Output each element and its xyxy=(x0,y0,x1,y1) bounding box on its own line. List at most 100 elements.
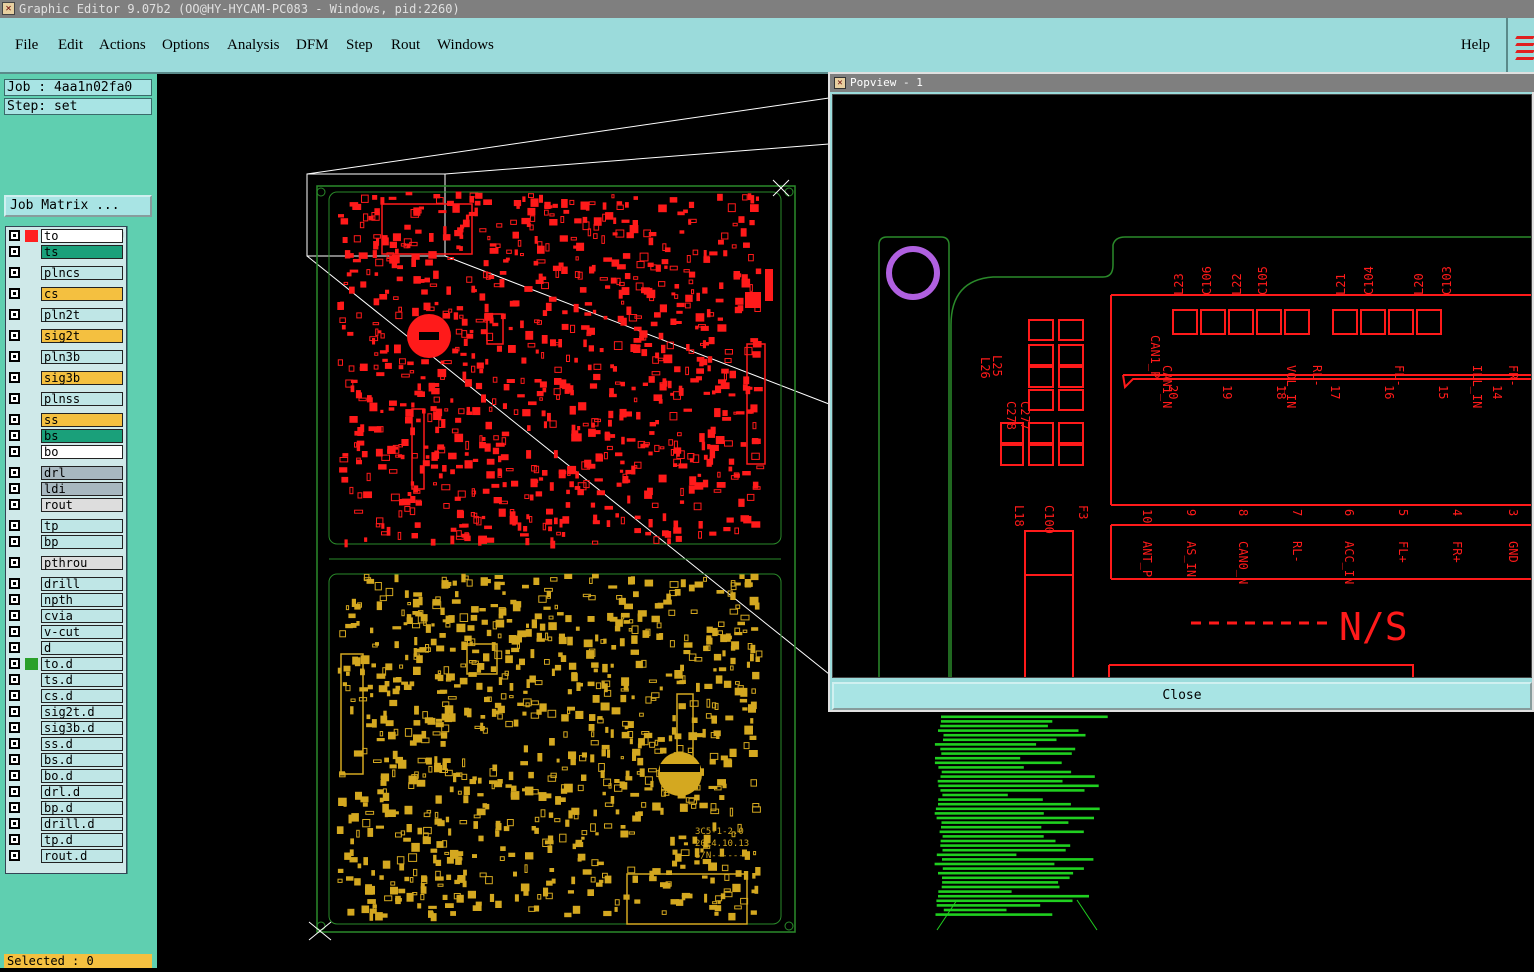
layer-row-npth[interactable]: npth xyxy=(7,593,125,607)
layer-row-cs[interactable]: cs xyxy=(7,287,125,301)
layer-checkbox[interactable] xyxy=(9,594,20,605)
layer-row-v-cut[interactable]: v-cut xyxy=(7,625,125,639)
layer-name[interactable]: v-cut xyxy=(41,625,123,639)
layer-checkbox[interactable] xyxy=(9,578,20,589)
layer-row-sig3b[interactable]: sig3b xyxy=(7,371,125,385)
layer-name[interactable]: sig2t.d xyxy=(41,705,123,719)
layer-row-ss-d[interactable]: ss.d xyxy=(7,737,125,751)
layer-checkbox[interactable] xyxy=(9,467,20,478)
layer-checkbox[interactable] xyxy=(9,414,20,425)
layer-name[interactable]: to xyxy=(41,229,123,243)
layer-name[interactable]: bo.d xyxy=(41,769,123,783)
layer-row-ts[interactable]: ts xyxy=(7,245,125,259)
menu-file[interactable]: File xyxy=(15,37,38,54)
layer-name[interactable]: pln3b xyxy=(41,350,123,364)
layer-checkbox[interactable] xyxy=(9,483,20,494)
layer-row-tp[interactable]: tp xyxy=(7,519,125,533)
menu-step[interactable]: Step xyxy=(346,37,373,54)
layer-name[interactable]: tp.d xyxy=(41,833,123,847)
menu-dfm[interactable]: DFM xyxy=(296,37,329,54)
layer-row-drill[interactable]: drill xyxy=(7,577,125,591)
layer-row-pln2t[interactable]: pln2t xyxy=(7,308,125,322)
layer-row-cs-d[interactable]: cs.d xyxy=(7,689,125,703)
layer-checkbox[interactable] xyxy=(9,330,20,341)
layer-name[interactable]: ts.d xyxy=(41,673,123,687)
layer-checkbox[interactable] xyxy=(9,430,20,441)
layer-row-cvia[interactable]: cvia xyxy=(7,609,125,623)
layer-name[interactable]: sig3b.d xyxy=(41,721,123,735)
layer-name[interactable]: ss.d xyxy=(41,737,123,751)
layer-checkbox[interactable] xyxy=(9,738,20,749)
layer-row-bs[interactable]: bs xyxy=(7,429,125,443)
layer-row-sig2t[interactable]: sig2t xyxy=(7,329,125,343)
layer-name[interactable]: drl xyxy=(41,466,123,480)
layer-checkbox[interactable] xyxy=(9,230,20,241)
layer-row-plncs[interactable]: plncs xyxy=(7,266,125,280)
layer-name[interactable]: ts xyxy=(41,245,123,259)
layer-row-bp[interactable]: bp xyxy=(7,535,125,549)
menu-windows[interactable]: Windows xyxy=(437,37,494,54)
layer-name[interactable]: sig2t xyxy=(41,329,123,343)
layer-row-bo[interactable]: bo xyxy=(7,445,125,459)
layer-name[interactable]: ss xyxy=(41,413,123,427)
layer-name[interactable]: npth xyxy=(41,593,123,607)
layer-name[interactable]: cs.d xyxy=(41,689,123,703)
layer-checkbox[interactable] xyxy=(9,536,20,547)
layer-name[interactable]: plncs xyxy=(41,266,123,280)
layer-name[interactable]: rout xyxy=(41,498,123,512)
layer-row-bp-d[interactable]: bp.d xyxy=(7,801,125,815)
layer-name[interactable]: ldi xyxy=(41,482,123,496)
layer-row-drill-d[interactable]: drill.d xyxy=(7,817,125,831)
layer-checkbox[interactable] xyxy=(9,850,20,861)
layer-checkbox[interactable] xyxy=(9,642,20,653)
layer-row-pln3b[interactable]: pln3b xyxy=(7,350,125,364)
layer-row-sig3b-d[interactable]: sig3b.d xyxy=(7,721,125,735)
menu-analysis[interactable]: Analysis xyxy=(227,37,280,54)
layer-checkbox[interactable] xyxy=(9,393,20,404)
layer-name[interactable]: cvia xyxy=(41,609,123,623)
layer-name[interactable]: pln2t xyxy=(41,308,123,322)
layer-checkbox[interactable] xyxy=(9,351,20,362)
layer-checkbox[interactable] xyxy=(9,818,20,829)
layer-checkbox[interactable] xyxy=(9,499,20,510)
layer-checkbox[interactable] xyxy=(9,446,20,457)
layer-checkbox[interactable] xyxy=(9,557,20,568)
menu-help[interactable]: Help xyxy=(1461,37,1490,54)
layer-checkbox[interactable] xyxy=(9,834,20,845)
layer-checkbox[interactable] xyxy=(9,770,20,781)
layer-name[interactable]: d xyxy=(41,641,123,655)
layer-name[interactable]: drl.d xyxy=(41,785,123,799)
popview-canvas[interactable]: L23 C106 L22 C105 L21 C104 L20 C103 CAN1_N VOL_IN… xyxy=(832,94,1532,678)
layer-name[interactable]: bp.d xyxy=(41,801,123,815)
layer-name[interactable]: pthrou xyxy=(41,556,123,570)
layer-name[interactable]: bs xyxy=(41,429,123,443)
layer-name[interactable]: drill.d xyxy=(41,817,123,831)
layer-row-sig2t-d[interactable]: sig2t.d xyxy=(7,705,125,719)
menu-options[interactable]: Options xyxy=(162,37,210,54)
layer-checkbox[interactable] xyxy=(9,309,20,320)
layer-row-pthrou[interactable]: pthrou xyxy=(7,556,125,570)
layer-name[interactable]: bp xyxy=(41,535,123,549)
layer-color-swatch[interactable] xyxy=(25,658,38,670)
layer-row-ss[interactable]: ss xyxy=(7,413,125,427)
layer-row-drl[interactable]: drl xyxy=(7,466,125,480)
layer-checkbox[interactable] xyxy=(9,754,20,765)
layer-checkbox[interactable] xyxy=(9,288,20,299)
popview-titlebar[interactable]: ✕ Popview - 1 xyxy=(830,74,1534,92)
layer-checkbox[interactable] xyxy=(9,626,20,637)
layer-name[interactable]: to.d xyxy=(41,657,123,671)
popview-close-button[interactable]: Close xyxy=(832,682,1532,710)
layer-row-plnss[interactable]: plnss xyxy=(7,392,125,406)
layer-checkbox[interactable] xyxy=(9,690,20,701)
layer-checkbox[interactable] xyxy=(9,786,20,797)
layer-name[interactable]: bo xyxy=(41,445,123,459)
layer-name[interactable]: plnss xyxy=(41,392,123,406)
layer-checkbox[interactable] xyxy=(9,722,20,733)
layer-checkbox[interactable] xyxy=(9,610,20,621)
layer-checkbox[interactable] xyxy=(9,658,20,669)
layer-row-rout[interactable]: rout xyxy=(7,498,125,512)
job-matrix-button[interactable]: Job Matrix ... xyxy=(4,195,152,217)
layer-row-rout-d[interactable]: rout.d xyxy=(7,849,125,863)
layer-name[interactable]: bs.d xyxy=(41,753,123,767)
layer-row-bs-d[interactable]: bs.d xyxy=(7,753,125,767)
